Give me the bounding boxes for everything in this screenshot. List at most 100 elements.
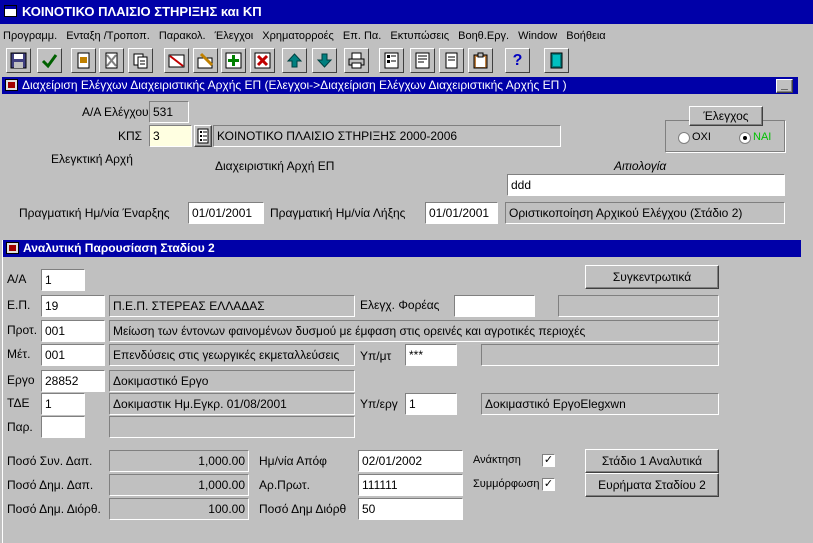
- status-field[interactable]: Οριστικοποίηση Αρχικού Ελέγχου (Στάδιο 2…: [505, 202, 785, 224]
- clear-form-button[interactable]: [164, 48, 189, 73]
- protocol-no-field[interactable]: 111111: [358, 474, 463, 496]
- par-field[interactable]: [41, 416, 85, 438]
- tde-field[interactable]: 1: [41, 393, 85, 415]
- body-check-field[interactable]: [454, 295, 535, 317]
- document-icon: [77, 52, 90, 69]
- kps-field[interactable]: 3: [149, 125, 192, 147]
- radio-no[interactable]: [678, 132, 690, 144]
- prot-description-field[interactable]: Μείωση των έντονων φαινομένων δυσμού με …: [109, 320, 719, 342]
- body-description-field[interactable]: [558, 295, 719, 317]
- protocol-no-label: Αρ.Πρωτ.: [259, 478, 310, 492]
- suberg-description-field[interactable]: Δοκιμαστικό ΕργοElegxwn: [481, 393, 719, 415]
- ep-field[interactable]: 19: [41, 295, 105, 317]
- menu-item-programming[interactable]: Προγραμμ.: [0, 27, 60, 45]
- audit-management-window: Διαχείριση Ελέγχων Διαχειριστικής Αρχής …: [2, 77, 798, 239]
- kps-lookup-button[interactable]: [194, 125, 212, 147]
- minimize-button[interactable]: _: [776, 77, 793, 93]
- check-icon: [41, 54, 58, 69]
- previous-record-button[interactable]: [282, 48, 307, 73]
- date-decision-field[interactable]: 02/01/2002: [358, 450, 463, 472]
- stage1-detail-button[interactable]: Στάδιο 1 Αναλυτικά: [585, 449, 719, 473]
- menu-item-cashflows[interactable]: Χρηματορροές: [259, 27, 337, 45]
- detail-aa-field[interactable]: 1: [41, 269, 85, 291]
- ergo-field[interactable]: 28852: [41, 370, 105, 392]
- radio-yes[interactable]: [739, 132, 751, 144]
- radio-yes-label: ΝΑΙ: [753, 131, 772, 143]
- exit-icon: [550, 52, 563, 69]
- suberg-field[interactable]: 1: [405, 393, 457, 415]
- app-title-bar: ΚΟΙΝΟΤΙΚΟ ΠΛΑΙΣΙΟ ΣΤΗΡΙΞΗΣ και ΚΠ: [0, 0, 813, 24]
- menu-item-window[interactable]: Window: [515, 27, 560, 45]
- amount-public-field[interactable]: 1,000.00: [109, 474, 249, 496]
- subm-description-field[interactable]: [481, 344, 719, 366]
- next-record-button[interactable]: [312, 48, 337, 73]
- edit-button[interactable]: [193, 48, 218, 73]
- menu-item-help[interactable]: Βοήθεια: [563, 27, 608, 45]
- reasoning-label: Αιτιολογία: [614, 159, 667, 173]
- audit-window-title-bar: Διαχείριση Ελέγχων Διαχειριστικής Αρχής …: [2, 77, 798, 94]
- delete-record-button[interactable]: [250, 48, 275, 73]
- tde-description-field[interactable]: Δοκιμαστικ Ημ.Εγκρ. 01/08/2001: [109, 393, 355, 415]
- ep-description-field[interactable]: Π.Ε.Π. ΣΤΕΡΕΑΣ ΕΛΛΑΔΑΣ: [109, 295, 355, 317]
- subm-field[interactable]: ***: [405, 344, 457, 366]
- clear-form-icon: [168, 54, 185, 68]
- compliance-label: Συμμόρφωση: [473, 478, 540, 490]
- met-field[interactable]: 001: [41, 344, 105, 366]
- print-button[interactable]: [344, 48, 369, 73]
- compliance-checkbox[interactable]: ✓: [542, 478, 555, 491]
- ergo-description-field[interactable]: Δοκιμαστικό Εργο: [109, 370, 355, 392]
- menu-item-prints[interactable]: Εκτυπώσεις: [387, 27, 452, 45]
- corr-amount-label: Ποσό Δημ Διόρθ: [259, 502, 347, 516]
- menu-item-monitoring[interactable]: Παρακολ.: [156, 27, 209, 45]
- prot-field[interactable]: 001: [41, 320, 105, 342]
- arrow-up-icon: [286, 53, 303, 68]
- tde-label: ΤΔΕ: [7, 396, 30, 410]
- date-decision-label: Ημ/νία Απόφ: [259, 454, 327, 468]
- audit-authority-label: Ελεγκτική Αρχή: [51, 152, 133, 166]
- minimize-icon: _: [781, 77, 788, 91]
- form-icon: [5, 79, 18, 91]
- accept-button[interactable]: [37, 48, 62, 73]
- recovery-checkbox[interactable]: ✓: [542, 454, 555, 467]
- kps-label: ΚΠΣ: [118, 129, 143, 143]
- summary-button[interactable]: Συγκεντρωτικά: [585, 265, 719, 289]
- page-button[interactable]: [439, 48, 464, 73]
- clipboard-button[interactable]: [468, 48, 493, 73]
- par-label: Παρ.: [7, 420, 33, 434]
- window-icon: [4, 5, 17, 17]
- end-date-field[interactable]: 01/01/2001: [425, 202, 498, 224]
- cancel-document-button[interactable]: [99, 48, 124, 73]
- help-icon: ?: [512, 51, 523, 69]
- amount-total-field[interactable]: 1,000.00: [109, 450, 249, 472]
- check-group-label: Έλεγχος: [689, 106, 763, 126]
- amount-corr-field[interactable]: 100.00: [109, 498, 249, 520]
- document-button[interactable]: [71, 48, 96, 73]
- audit-aa-field[interactable]: 531: [149, 101, 189, 123]
- reasoning-field[interactable]: ddd: [507, 174, 785, 196]
- start-date-label: Πραγματική Ημ/νία Έναρξης: [19, 206, 170, 220]
- report-button[interactable]: [410, 48, 435, 73]
- save-button[interactable]: [6, 48, 31, 73]
- save-icon: [10, 52, 27, 69]
- exit-button[interactable]: [544, 48, 569, 73]
- par-description-field[interactable]: [109, 416, 355, 438]
- start-date-field[interactable]: 01/01/2001: [188, 202, 264, 224]
- menu-item-ep-pa[interactable]: Επ. Πα.: [340, 27, 384, 45]
- kps-description-field[interactable]: ΚΟΙΝΟΤΙΚΟ ΠΛΑΙΣΙΟ ΣΤΗΡΙΞΗΣ 2000-2006: [213, 125, 561, 147]
- list-button[interactable]: [379, 48, 404, 73]
- met-description-field[interactable]: Επενδύσεις στις γεωργικές εκμεταλλεύσεις: [109, 344, 355, 366]
- menu-item-inclusion[interactable]: Ενταξη /Τροποπ.: [63, 27, 153, 45]
- menu-item-tools[interactable]: Βοηθ.Εργ.: [455, 27, 512, 45]
- stage2-findings-button[interactable]: Ευρήματα Σταδίου 2: [585, 473, 719, 497]
- audit-window-title: Διαχείριση Ελέγχων Διαχειριστικής Αρχής …: [22, 78, 567, 92]
- help-button[interactable]: ?: [505, 48, 530, 73]
- list-icon: [384, 52, 399, 69]
- add-record-button[interactable]: [221, 48, 246, 73]
- menu-bar: Προγραμμ. Ενταξη /Τροποπ. Παρακολ. Έλεγχ…: [0, 27, 813, 45]
- menu-item-audits[interactable]: Έλεγχοι: [212, 27, 257, 45]
- add-icon: [225, 52, 242, 69]
- corr-amount-field[interactable]: 50: [358, 498, 463, 520]
- ergo-label: Εργο: [7, 373, 35, 387]
- copy-button[interactable]: [128, 48, 153, 73]
- page-icon: [445, 52, 458, 69]
